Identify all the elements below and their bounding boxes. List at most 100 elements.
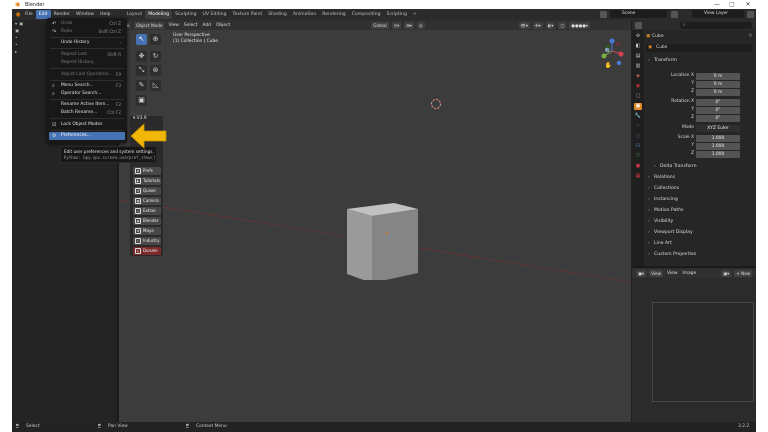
add-workspace-button[interactable]: +: [410, 10, 420, 19]
addon-blender-button[interactable]: ◉ Blender: [133, 217, 161, 225]
overlay-icon[interactable]: ◐▾: [545, 21, 556, 29]
new-scene-icon[interactable]: [671, 11, 678, 18]
cursor-tool[interactable]: ⊕: [150, 34, 161, 45]
tab-sculpting[interactable]: Sculpting: [172, 10, 199, 19]
outliner-search-input[interactable]: ⌕: [680, 21, 752, 29]
menu-item-lock-object-modes[interactable]: ☑ Lock Object Modes: [49, 121, 125, 129]
gizmo-icon[interactable]: ✣▾: [532, 21, 543, 29]
constraints-tab-icon[interactable]: ⚇: [634, 143, 642, 150]
visibility-panel[interactable]: Visibility: [646, 217, 754, 227]
tab-rendering[interactable]: Rendering: [319, 10, 348, 19]
select-box-tool[interactable]: ↖: [136, 34, 147, 45]
addon-maya-button[interactable]: M Maya: [133, 227, 161, 235]
pin-icon[interactable]: ⚲: [749, 33, 752, 41]
output-tab-icon[interactable]: ▤: [634, 53, 642, 60]
view-mode-dropdown[interactable]: View: [649, 269, 663, 277]
location-y-field[interactable]: 0 m: [696, 80, 740, 88]
menu-item-menu-search[interactable]: ⌕ Menu Search... F3: [49, 82, 125, 90]
tab-uv-editing[interactable]: UV Editing: [200, 10, 230, 19]
addon-donate-button[interactable]: $ Donate: [133, 247, 161, 255]
particles-tab-icon[interactable]: ⁘: [634, 123, 642, 130]
menu-object[interactable]: Object: [215, 23, 231, 28]
outliner-editor-icon[interactable]: [635, 22, 642, 29]
menu-item-rename-active-item[interactable]: Rename Active Item... F2: [49, 101, 125, 109]
addon-tutorials-button[interactable]: ▶ Tutorials: [133, 177, 161, 185]
instancing-panel[interactable]: Instancing: [646, 195, 754, 205]
menu-item-adjust-last-operation[interactable]: Adjust Last Operation... F9: [49, 71, 125, 79]
snap-icon[interactable]: ⊞▾: [404, 21, 414, 29]
transform-tool[interactable]: ⊛: [150, 65, 161, 76]
rotation-x-field[interactable]: 0°: [696, 98, 740, 106]
visibility-icon[interactable]: 👁▾: [518, 21, 530, 29]
physics-tab-icon[interactable]: ◌: [634, 133, 642, 140]
world-tab-icon[interactable]: ◉: [634, 83, 642, 90]
location-z-field[interactable]: 0 m: [696, 88, 740, 96]
maximize-button[interactable]: ▢: [725, 0, 739, 9]
menu-add[interactable]: Add: [201, 23, 212, 28]
browse-image-icon[interactable]: ▣▾: [721, 269, 732, 277]
cube-object[interactable]: [344, 200, 424, 280]
rotation-mode-dropdown[interactable]: XYZ Euler: [696, 124, 740, 132]
menu-item-undo-history[interactable]: Undo History ›: [49, 39, 125, 47]
zoom-icon[interactable]: 🔍: [603, 46, 614, 57]
object-name-field[interactable]: ▣ Cube: [646, 44, 752, 52]
collection-tab-icon[interactable]: ▢: [634, 93, 642, 100]
shading-modes-icon[interactable]: ●●●●▾: [569, 21, 591, 29]
proportional-edit-icon[interactable]: ◎: [416, 21, 425, 29]
view-layer-browse-icon[interactable]: [747, 11, 754, 18]
menu-item-batch-rename[interactable]: Batch Rename... Ctrl F2: [49, 109, 125, 117]
rotation-z-field[interactable]: 0°: [696, 114, 740, 122]
pivot-icon[interactable]: ⊙▾: [391, 21, 402, 29]
location-x-field[interactable]: 0 m: [696, 72, 740, 80]
pan-hand-icon[interactable]: ✋: [603, 60, 614, 71]
tab-modeling[interactable]: Modeling: [145, 10, 173, 19]
menu-item-repeat-history[interactable]: Repeat History...: [49, 59, 125, 67]
view-layer-tab-icon[interactable]: ▥: [634, 63, 642, 70]
menu-item-undo[interactable]: ↶ Undo Ctrl Z: [49, 20, 125, 28]
tab-animation[interactable]: Animation: [290, 10, 319, 19]
3d-viewport[interactable]: ▢▾ Object Mode View Select Add Object Gl…: [119, 20, 631, 422]
scene-selector[interactable]: Scene: [610, 10, 667, 18]
object-tab-icon[interactable]: ▣: [634, 103, 642, 110]
render-tab-icon[interactable]: ◧: [634, 43, 642, 50]
menu-select[interactable]: Select: [183, 23, 199, 28]
line-art-panel[interactable]: Line Art: [646, 239, 754, 249]
image-canvas[interactable]: [652, 302, 754, 402]
tab-compositing[interactable]: Compositing: [349, 10, 384, 19]
scale-z-field[interactable]: 1.000: [696, 150, 740, 158]
menu-file[interactable]: File: [22, 10, 36, 19]
tab-texture-paint[interactable]: Texture Paint: [230, 10, 266, 19]
xray-icon[interactable]: ▢: [558, 21, 567, 29]
material-tab-icon[interactable]: ●: [634, 163, 642, 170]
blender-menu-icon[interactable]: ◉: [14, 11, 22, 18]
image-editor[interactable]: ▣▾ View View Image ▣▾ + New: [632, 267, 756, 422]
checkbox-checked-icon[interactable]: ☑: [52, 122, 58, 128]
transform-panel-header[interactable]: Transform: [646, 56, 754, 66]
addon-prefs-button[interactable]: ⚙ Prefs: [133, 167, 161, 175]
menu-item-redo[interactable]: ↷ Redo Shift Ctrl Z: [49, 28, 125, 36]
minimize-button[interactable]: —: [710, 0, 724, 9]
3d-cursor-icon[interactable]: [430, 98, 442, 110]
annotate-tool[interactable]: ✎: [136, 80, 147, 91]
collections-panel[interactable]: Collections: [646, 184, 754, 194]
measure-tool[interactable]: ◺: [150, 80, 161, 91]
menu-item-preferences[interactable]: ⚙ Preferences...: [49, 132, 125, 140]
delta-transform-panel[interactable]: Delta Transform: [652, 162, 760, 172]
tab-scripting[interactable]: Scripting: [384, 10, 410, 19]
menu-view[interactable]: View: [167, 23, 179, 28]
motion-paths-panel[interactable]: Motion Paths: [646, 206, 754, 216]
custom-properties-panel[interactable]: Custom Properties: [646, 250, 754, 260]
menu-view[interactable]: View: [666, 271, 678, 276]
menu-item-operator-search[interactable]: ⌕ Operator Search...: [49, 90, 125, 98]
view-layer-selector[interactable]: View Layer: [692, 10, 744, 18]
scene-tab-icon[interactable]: ◈: [634, 73, 642, 80]
new-image-button[interactable]: + New: [734, 269, 753, 277]
object-mode-dropdown[interactable]: Object Mode: [134, 21, 165, 29]
addon-quixel-button[interactable]: Q Quixel: [133, 187, 161, 195]
move-tool[interactable]: ✥: [136, 51, 147, 62]
orientation-dropdown[interactable]: Global: [371, 21, 389, 29]
data-tab-icon[interactable]: ▽: [634, 153, 642, 160]
close-button[interactable]: ✕: [741, 0, 755, 9]
relations-panel[interactable]: Relations: [646, 173, 754, 183]
texture-tab-icon[interactable]: ▦: [634, 173, 642, 180]
